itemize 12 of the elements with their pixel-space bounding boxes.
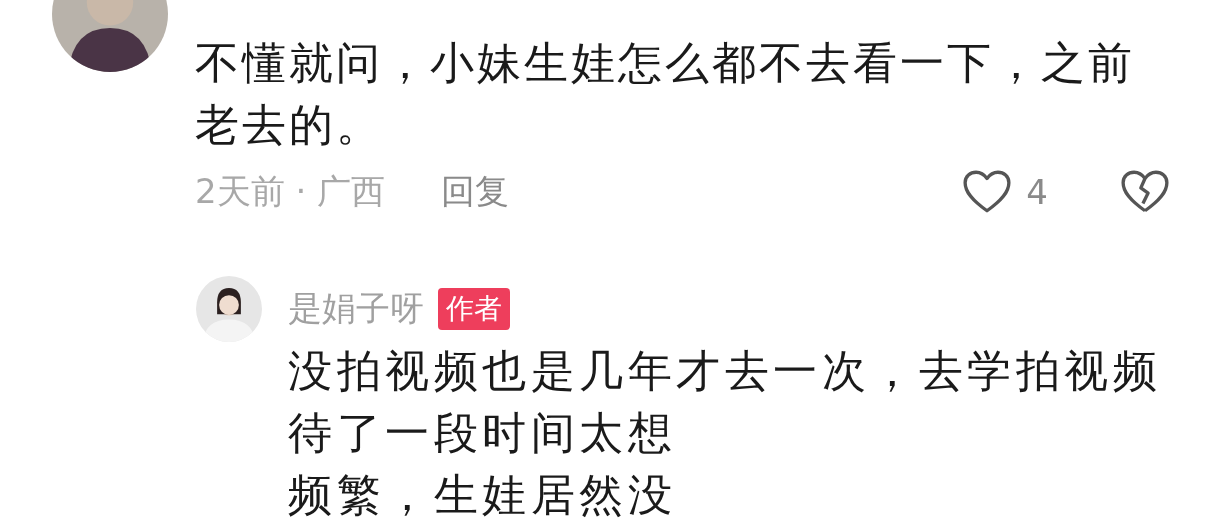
like-icon[interactable] bbox=[962, 169, 1013, 215]
broken-heart-icon[interactable] bbox=[1120, 169, 1170, 215]
reply-text: 待了一段时间太想 bbox=[288, 406, 677, 460]
comment-text: 老去的。 bbox=[195, 98, 384, 152]
reply-link[interactable]: 回复 bbox=[441, 169, 510, 215]
like-count: 4 bbox=[1026, 172, 1048, 212]
author-badge: 作者 bbox=[438, 288, 510, 330]
comment-text: 不懂就问，小妹生娃怎么都不去看一下，之前 bbox=[195, 36, 1136, 90]
comment-time-location: 2天前 · 广西 bbox=[195, 170, 386, 213]
reply-text: 没拍视频也是几年才去一次，去学拍视频 bbox=[288, 344, 1161, 398]
reply-text: 频繁，生娃居然没 bbox=[288, 468, 677, 521]
username[interactable]: 是娟子呀 bbox=[288, 286, 424, 332]
